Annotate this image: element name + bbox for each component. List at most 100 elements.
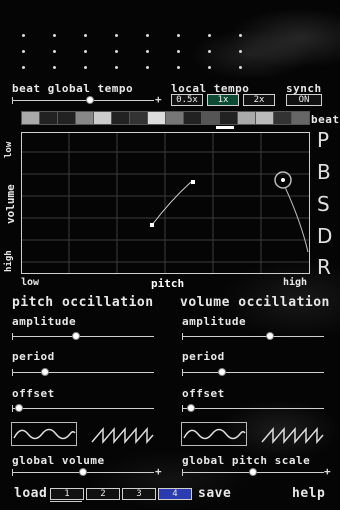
beat-step[interactable] — [21, 111, 40, 125]
volume-period-slider[interactable] — [182, 369, 324, 376]
global-volume-knob[interactable] — [79, 468, 87, 476]
grid-dot — [22, 66, 25, 69]
global-pitch-scale-plus-icon: + — [324, 465, 331, 478]
y-axis-label: volume — [4, 184, 17, 224]
beat-step[interactable] — [111, 111, 130, 125]
grid-dot — [208, 50, 211, 53]
grid-dot — [146, 66, 149, 69]
grid-dot — [177, 34, 180, 37]
pitch-sawtooth-wave-button[interactable] — [90, 423, 154, 445]
tempo-half-button[interactable]: 0.5x — [171, 94, 203, 106]
grid-dot — [208, 34, 211, 37]
help-button[interactable]: help — [292, 486, 325, 501]
beat-global-tempo-label: beat global tempo — [12, 82, 134, 95]
beat-step[interactable] — [291, 111, 310, 125]
xy-pad[interactable] — [21, 132, 310, 274]
pad-cursor-tail — [284, 186, 309, 253]
x-high-label: high — [283, 277, 308, 288]
grid-dot — [146, 50, 149, 53]
beat-step[interactable] — [129, 111, 148, 125]
volume-occillation-title: volume occillation — [180, 295, 330, 310]
load-slot-2[interactable]: 2 — [86, 488, 120, 500]
grid-dot — [177, 66, 180, 69]
volume-period-knob[interactable] — [217, 368, 226, 376]
beat-sequencer — [21, 111, 311, 125]
pad-point-start — [150, 223, 154, 227]
grid-dot — [115, 66, 118, 69]
beat-step[interactable] — [75, 111, 94, 125]
pitch-period-knob[interactable] — [40, 368, 49, 376]
beat-step[interactable] — [39, 111, 58, 125]
tempo-1x-button[interactable]: 1x — [207, 94, 239, 106]
pitch-period-slider[interactable] — [12, 369, 154, 376]
beat-step[interactable] — [57, 111, 76, 125]
grid-dot — [115, 50, 118, 53]
load-label[interactable]: load — [14, 486, 47, 501]
x-low-label: low — [21, 277, 40, 288]
beat-step[interactable] — [147, 111, 166, 125]
grid-dot — [84, 66, 87, 69]
volume-sine-wave-button[interactable] — [181, 422, 247, 446]
global-tempo-plus-icon: + — [155, 93, 162, 106]
beat-step[interactable] — [183, 111, 202, 125]
volume-offset-slider[interactable] — [182, 405, 324, 412]
grid-dot — [53, 66, 56, 69]
beat-step[interactable] — [273, 111, 292, 125]
grid-dot — [84, 50, 87, 53]
grid-dot — [177, 50, 180, 53]
beat-step[interactable] — [219, 111, 238, 125]
volume-sawtooth-wave-button[interactable] — [260, 423, 324, 445]
global-tempo-knob[interactable] — [86, 96, 94, 104]
save-button[interactable]: save — [198, 486, 231, 501]
side-button-r[interactable]: R — [317, 255, 331, 279]
grid-dot — [22, 50, 25, 53]
grid-dot — [208, 66, 211, 69]
side-button-s[interactable]: S — [317, 192, 330, 216]
volume-amplitude-slider[interactable] — [182, 333, 324, 340]
grid-dot — [146, 34, 149, 37]
volume-offset-label: offset — [182, 387, 225, 400]
slot-underline — [50, 501, 82, 502]
tempo-2x-button[interactable]: 2x — [243, 94, 275, 106]
side-button-p[interactable]: P — [317, 128, 329, 152]
load-slot-4[interactable]: 4 — [158, 488, 192, 500]
grid-dot — [53, 50, 56, 53]
pitch-offset-label: offset — [12, 387, 55, 400]
pitch-period-label: period — [12, 350, 55, 363]
synch-toggle[interactable]: ON — [286, 94, 322, 106]
beat-step[interactable] — [93, 111, 112, 125]
global-volume-label: global volume — [12, 454, 105, 467]
pad-grid — [21, 132, 310, 274]
grid-dot — [84, 34, 87, 37]
volume-amplitude-knob[interactable] — [266, 332, 275, 340]
beat-step[interactable] — [255, 111, 274, 125]
pitch-amplitude-knob[interactable] — [71, 332, 80, 340]
beat-step[interactable] — [237, 111, 256, 125]
global-pitch-scale-knob[interactable] — [249, 468, 257, 476]
pad-cursor-dot — [281, 178, 285, 182]
y-high-label: high — [4, 250, 14, 272]
beat-playhead — [216, 126, 234, 129]
load-slot-1[interactable]: 1 — [50, 488, 84, 500]
grid-dot — [53, 34, 56, 37]
volume-offset-knob[interactable] — [186, 404, 195, 412]
side-button-d[interactable]: D — [317, 224, 332, 248]
pad-trail — [151, 181, 192, 226]
beat-step[interactable] — [165, 111, 184, 125]
beat-step[interactable] — [201, 111, 220, 125]
global-pitch-scale-label: global pitch scale — [182, 454, 311, 467]
volume-amplitude-label: amplitude — [182, 315, 247, 328]
grid-dot — [115, 34, 118, 37]
pitch-offset-slider[interactable] — [12, 405, 154, 412]
pitch-sine-wave-button[interactable] — [11, 422, 77, 446]
pad-point-end — [191, 180, 195, 184]
global-volume-plus-icon: + — [155, 465, 162, 478]
x-axis-label: pitch — [151, 277, 185, 290]
grid-dot — [239, 66, 242, 69]
volume-period-label: period — [182, 350, 225, 363]
load-slot-3[interactable]: 3 — [122, 488, 156, 500]
pitch-amplitude-slider[interactable] — [12, 333, 154, 340]
global-tempo-slider[interactable] — [12, 97, 154, 104]
grid-dot — [239, 34, 242, 37]
side-button-b[interactable]: B — [317, 160, 331, 184]
